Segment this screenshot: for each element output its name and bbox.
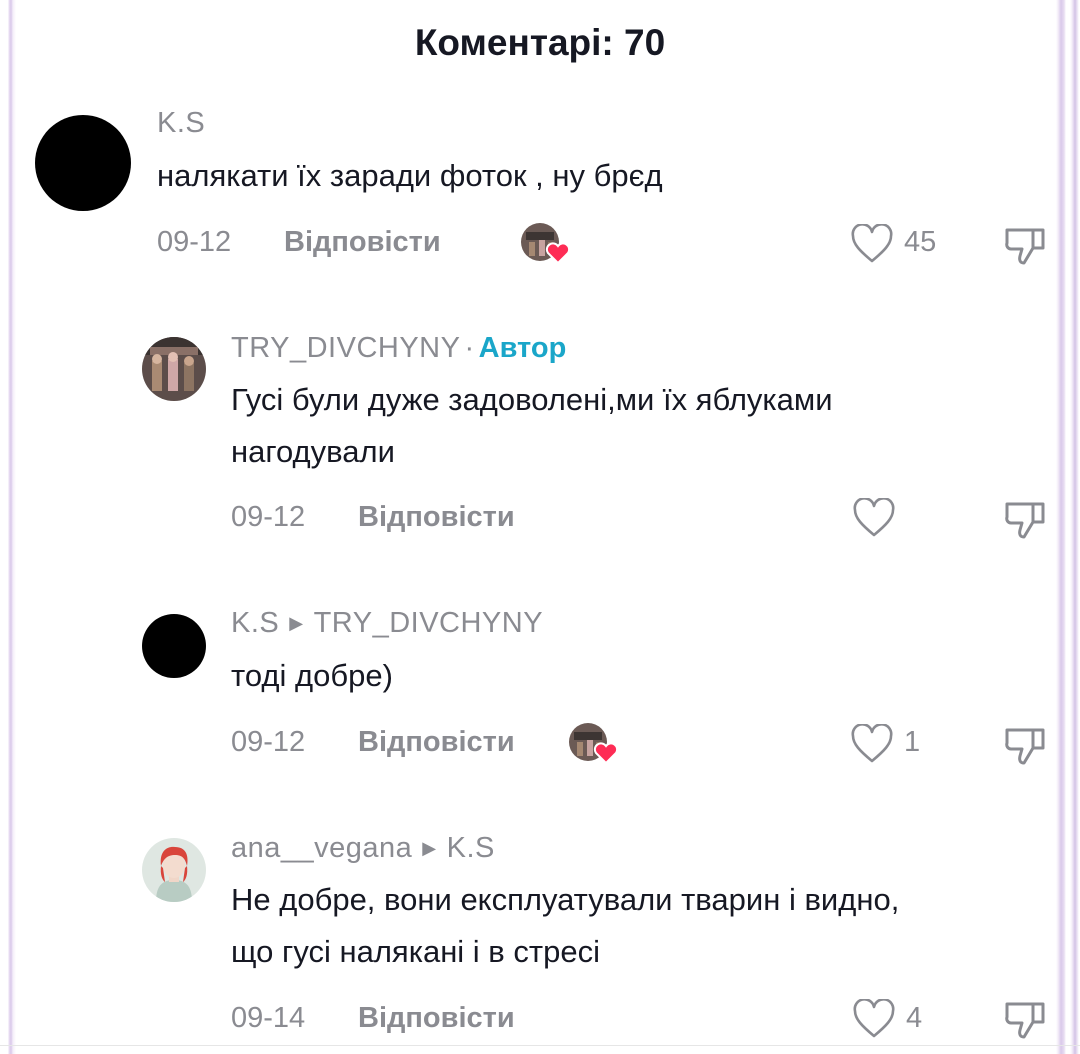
username-link[interactable]: K.S: [231, 607, 279, 639]
separator-dot: ·: [464, 332, 475, 364]
comment-date: 09-12: [157, 226, 232, 258]
comment-text: тоді добре): [231, 658, 393, 693]
avatar[interactable]: [142, 337, 206, 401]
comment-text-line: Гусі були дуже задоволені,ми їх яблуками: [231, 382, 833, 417]
comment-text: налякати їх заради фоток , ну брєд: [157, 158, 663, 193]
reply-button[interactable]: Відповісти: [284, 226, 441, 259]
reply-to-username[interactable]: K.S: [447, 832, 495, 864]
like-count: 4: [906, 1002, 923, 1034]
author-liked-icon: [568, 720, 619, 766]
comments-title: Коментарі: 70: [414, 22, 666, 63]
reply-arrow-icon: ▶: [422, 838, 437, 858]
comment-text-line: Не добре, вони експлуатували тварин і ви…: [231, 882, 900, 917]
avatar[interactable]: [142, 838, 206, 902]
comment-username: K.S ▶ TRY_DIVCHYNY: [231, 607, 543, 640]
reply-button[interactable]: Відповісти: [358, 726, 515, 759]
right-scrollbar-edge[interactable]: [1056, 0, 1080, 1054]
avatar[interactable]: [35, 115, 131, 211]
dislike-icon[interactable]: [1003, 996, 1047, 1040]
reply-button[interactable]: Відповісти: [358, 1002, 515, 1035]
dislike-icon[interactable]: [1003, 496, 1047, 540]
comment-date: 09-14: [231, 1002, 306, 1034]
left-frame-edge: [0, 0, 16, 1054]
like-heart-icon[interactable]: [850, 223, 894, 264]
dislike-icon[interactable]: [1003, 222, 1047, 266]
comment-username: ana__vegana ▶ K.S: [231, 832, 495, 865]
like-heart-icon[interactable]: [852, 497, 896, 538]
reply-to-username[interactable]: TRY_DIVCHYNY: [314, 607, 543, 639]
comment-text: Не добре, вони експлуатували тварин і ви…: [231, 874, 899, 978]
avatar[interactable]: [142, 614, 206, 678]
reply-button[interactable]: Відповісти: [358, 501, 515, 534]
username-link[interactable]: TRY_DIVCHYNY: [231, 332, 460, 364]
comment-date: 09-12: [231, 501, 306, 533]
author-badge: Автор: [478, 332, 567, 364]
comment-username: TRY_DIVCHYNY · Автор: [231, 332, 566, 365]
comment-text: Гусі були дуже задоволені,ми їх яблуками…: [231, 374, 833, 478]
username-link[interactable]: ana__vegana: [231, 832, 412, 864]
like-count: 1: [904, 726, 921, 758]
author-liked-icon: [520, 220, 571, 266]
like-heart-icon[interactable]: [852, 998, 896, 1039]
comment-text-line: що гусі налякані і в стресі: [231, 934, 600, 969]
comment-text-line: нагодували: [231, 434, 395, 469]
bottom-divider: [0, 1045, 1080, 1046]
comment-username[interactable]: K.S: [157, 107, 205, 140]
like-heart-icon[interactable]: [850, 723, 894, 764]
like-count: 45: [904, 226, 937, 258]
comment-date: 09-12: [231, 726, 306, 758]
dislike-icon[interactable]: [1003, 722, 1047, 766]
reply-arrow-icon: ▶: [289, 613, 304, 633]
